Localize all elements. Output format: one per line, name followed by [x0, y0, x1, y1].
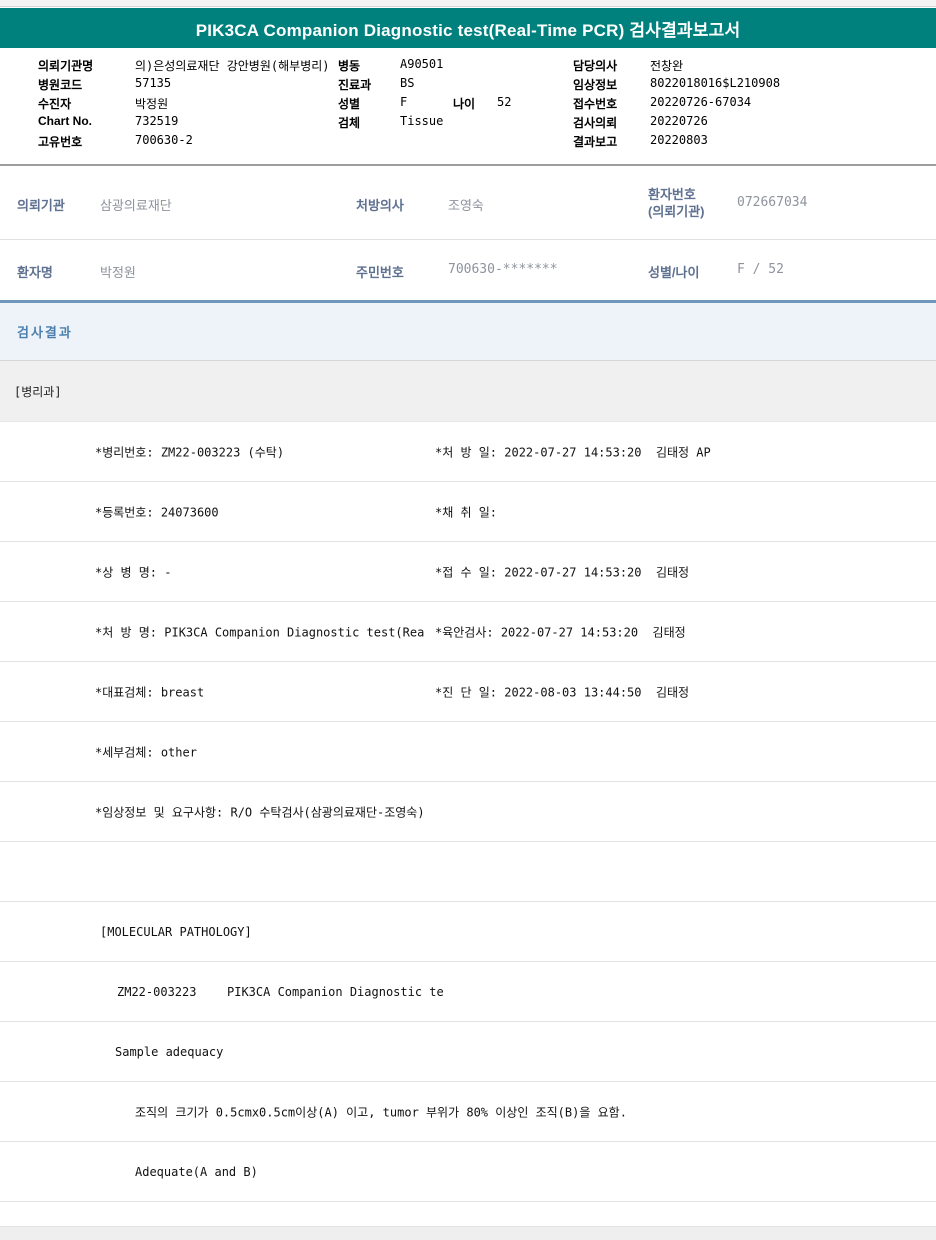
info-value: 57135: [135, 76, 172, 90]
result-row: *임상정보 및 요구사항: R/O 수탁검사(삼광의료재단-조영숙): [0, 782, 936, 842]
info-label: 검사의뢰: [573, 116, 618, 130]
header-info-row: Chart No. 732519 검체 Tissue 검사의뢰 20220726: [0, 114, 936, 133]
field-value: 박정원: [100, 266, 136, 281]
info-label: 결과보고: [573, 135, 618, 149]
adequacy-criteria-text: 조직의 크기가 0.5cmx0.5cm이상(A) 이고, tumor 부위가 8…: [135, 1105, 627, 1119]
info-label: 고유번호: [38, 135, 83, 149]
info-value: 700630-2: [135, 133, 193, 147]
info-value: Tissue: [400, 114, 444, 128]
report-page: PIK3CA Companion Diagnostic test(Real-Ti…: [0, 0, 936, 1240]
info-value: 전창완: [650, 59, 684, 73]
info-value: 의)은성의료재단 강안병원(해부병리): [135, 59, 330, 73]
referral-row: 의뢰기관 삼광의료재단 처방의사 조영숙 환자번호 (의뢰기관) 0726670…: [0, 166, 936, 240]
info-value: 732519: [135, 114, 179, 128]
result-field-right: *접 수 일: 2022-07-27 14:53:20 김태정: [435, 565, 690, 579]
molecular-specimen-row: ZM22-003223 PIK3CA Companion Diagnostic …: [0, 962, 936, 1022]
result-field-left: *상 병 명: -: [95, 565, 172, 579]
field-value: F / 52: [737, 262, 784, 277]
molecular-pathology-header-row: [MOLECULAR PATHOLOGY]: [0, 902, 936, 962]
header-info-row: 고유번호 700630-2 결과보고 20220803: [0, 133, 936, 152]
result-row: *대표검체: breast *진 단 일: 2022-08-03 13:44:5…: [0, 662, 936, 722]
department-band: [병리과]: [0, 361, 936, 422]
info-value: 20220726-67034: [650, 95, 752, 109]
field-value: 072667034: [737, 195, 808, 210]
result-row: *등록번호: 24073600 *채 취 일:: [0, 482, 936, 542]
result-field-right: *채 취 일:: [435, 505, 498, 519]
header-info-row: 의뢰기관명 의)은성의료재단 강안병원(해부병리) 병동 A90501 담당의사…: [0, 57, 936, 76]
field-label: 의뢰기관: [17, 198, 65, 213]
info-label: 수진자: [38, 97, 72, 111]
field-label: 성별/나이: [648, 265, 700, 280]
test-name: PIK3CA Companion Diagnostic te: [227, 984, 444, 999]
result-row-empty: [0, 842, 936, 902]
result-field-left: *대표검체: breast: [95, 685, 205, 699]
field-label: 주민번호: [356, 265, 404, 280]
result-row: *상 병 명: - *접 수 일: 2022-07-27 14:53:20 김태…: [0, 542, 936, 602]
report-title: PIK3CA Companion Diagnostic test(Real-Ti…: [195, 20, 741, 40]
bottom-strip: [0, 1226, 936, 1240]
result-row: *세부검체: other: [0, 722, 936, 782]
result-field-left: *임상정보 및 요구사항: R/O 수탁검사(삼광의료재단-조영숙): [95, 805, 425, 819]
header-info-block: 의뢰기관명 의)은성의료재단 강안병원(해부병리) 병동 A90501 담당의사…: [0, 48, 936, 164]
result-field-left: *병리번호: ZM22-003223 (수탁): [95, 445, 285, 459]
info-value: 52: [497, 95, 512, 109]
referral-section: 의뢰기관 삼광의료재단 처방의사 조영숙 환자번호 (의뢰기관) 0726670…: [0, 166, 936, 300]
specimen-number: ZM22-003223: [117, 984, 197, 999]
result-row: *병리번호: ZM22-003223 (수탁) *처 방 일: 2022-07-…: [0, 422, 936, 482]
department-label: [병리과]: [14, 384, 62, 399]
info-value: 20220726: [650, 114, 708, 128]
adequacy-criteria-row: 조직의 크기가 0.5cmx0.5cm이상(A) 이고, tumor 부위가 8…: [0, 1082, 936, 1142]
info-label: 나이: [453, 97, 476, 111]
info-label: 의뢰기관명: [38, 59, 94, 73]
result-field-right: *진 단 일: 2022-08-03 13:44:50 김태정: [435, 685, 690, 699]
info-label: 성별: [338, 97, 361, 111]
info-label: 병동: [338, 59, 361, 73]
sample-adequacy-label: Sample adequacy: [115, 1044, 224, 1059]
info-value: 박정원: [135, 97, 169, 111]
result-section-heading: 검사결과: [0, 303, 936, 361]
info-label: 진료과: [338, 78, 372, 92]
referral-row: 환자명 박정원 주민번호 700630-******* 성별/나이 F / 52: [0, 240, 936, 300]
report-title-bar: PIK3CA Companion Diagnostic test(Real-Ti…: [0, 8, 936, 48]
result-row: *처 방 명: PIK3CA Companion Diagnostic test…: [0, 602, 936, 662]
field-label: 환자명: [17, 265, 53, 280]
info-value: 20220803: [650, 133, 708, 147]
field-value: 700630-*******: [448, 262, 558, 277]
adequacy-result-row: Adequate(A and B): [0, 1142, 936, 1202]
adequacy-result-text: Adequate(A and B): [135, 1164, 258, 1179]
info-value: F: [400, 95, 408, 109]
header-info-row: 수진자 박정원 성별 F 나이 52 접수번호 20220726-67034: [0, 95, 936, 114]
result-field-left: *세부검체: other: [95, 745, 197, 759]
result-field-right: *육안검사: 2022-07-27 14:53:20 김태정: [435, 625, 686, 639]
patient-number-label: 환자번호 (의뢰기관): [648, 186, 705, 220]
info-value: A90501: [400, 57, 444, 71]
result-heading-text: 검사결과: [17, 325, 73, 340]
result-rows: *병리번호: ZM22-003223 (수탁) *처 방 일: 2022-07-…: [0, 422, 936, 1202]
molecular-section-label: [MOLECULAR PATHOLOGY]: [100, 924, 252, 939]
info-label: 담당의사: [573, 59, 618, 73]
info-value: 8022018016$L210908: [650, 76, 781, 90]
info-label: 임상정보: [573, 78, 618, 92]
info-label: 검체: [338, 116, 361, 130]
result-field-right: *처 방 일: 2022-07-27 14:53:20 김태정 AP: [435, 445, 711, 459]
patient-number-label-line1: 환자번호: [648, 187, 696, 202]
result-field-left: *처 방 명: PIK3CA Companion Diagnostic test…: [95, 625, 425, 639]
info-value: BS: [400, 76, 415, 90]
top-strip: [0, 0, 936, 7]
field-value: 삼광의료재단: [100, 199, 172, 214]
info-label: Chart No.: [38, 114, 92, 128]
patient-number-label-line2: (의뢰기관): [648, 204, 705, 219]
sample-adequacy-row: Sample adequacy: [0, 1022, 936, 1082]
field-label: 처방의사: [356, 198, 404, 213]
result-field-left: *등록번호: 24073600: [95, 505, 219, 519]
info-label: 접수번호: [573, 97, 618, 111]
info-label: 병원코드: [38, 78, 83, 92]
header-info-row: 병원코드 57135 진료과 BS 임상정보 8022018016$L21090…: [0, 76, 936, 95]
field-value: 조영숙: [448, 199, 484, 214]
